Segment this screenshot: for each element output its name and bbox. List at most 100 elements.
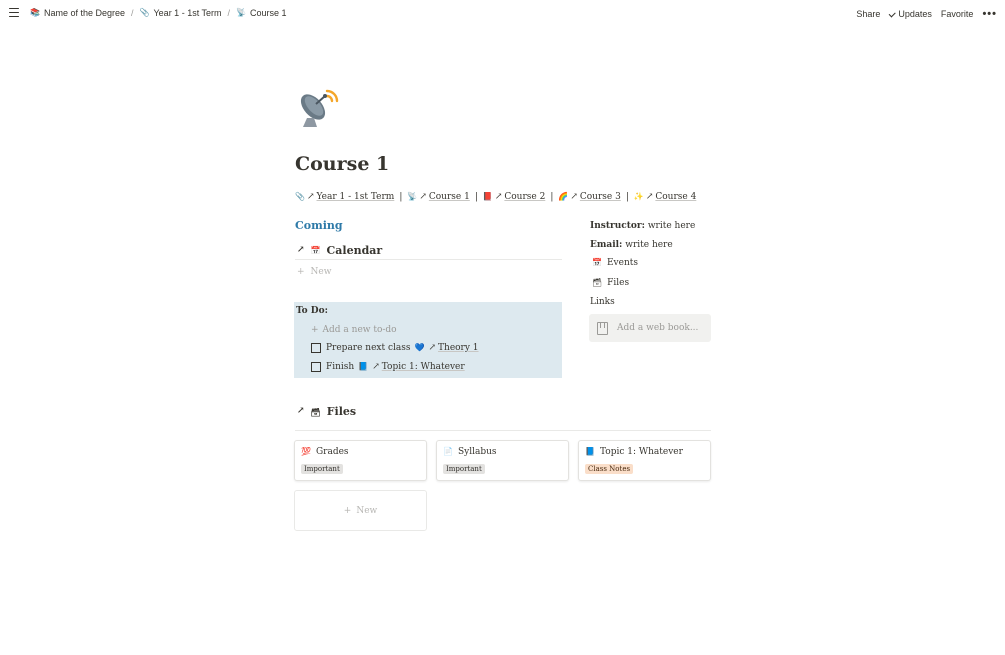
links-label: Links <box>590 297 615 307</box>
calendar-icon: 📅 <box>310 245 321 255</box>
new-calendar-entry-button[interactable]: + New <box>297 267 331 277</box>
share-button[interactable]: Share <box>856 9 880 19</box>
mention-course-1[interactable]: ↗ Course 1 <box>419 192 469 202</box>
mention-course-4[interactable]: ↗ Course 4 <box>646 192 696 202</box>
paperclip-icon: 📎 <box>295 192 305 201</box>
tag-class-notes: Class Notes <box>585 464 634 474</box>
tag-important: Important <box>301 464 343 474</box>
blue-book-icon: 📘 <box>358 362 369 371</box>
files-heading: Files <box>326 405 357 418</box>
bookmark-icon <box>597 321 608 335</box>
checkmark-icon <box>889 9 896 17</box>
satellite-dish-icon: 📡 <box>236 8 247 17</box>
mention-course-3[interactable]: ↗ Course 3 <box>570 192 620 202</box>
courses-links-line: 📎 ↗ Year 1 - 1st Term | 📡 ↗ Course 1 | 📕 ↗… <box>295 192 696 202</box>
document-emoji-icon: 📄 <box>443 447 453 456</box>
todo-text[interactable]: Prepare next class <box>326 343 411 353</box>
files-link[interactable]: 🗃 Files <box>592 278 629 288</box>
satellite-dish-icon: 📡 <box>407 192 418 201</box>
link-arrow-icon: ↗ <box>297 406 305 416</box>
gallery-card-syllabus[interactable]: 📄 Syllabus Important <box>436 440 569 481</box>
mention-topic-1[interactable]: ↗ Topic 1: Whatever <box>372 362 465 372</box>
email-value: write here <box>625 240 673 250</box>
link-arrow-icon: ↗ <box>419 191 427 202</box>
breadcrumb: 📚 Name of the Degree / 📎 Year 1 - 1st Te… <box>30 8 287 18</box>
gallery-card-grades[interactable]: 💯 Grades Important <box>294 440 427 481</box>
link-arrow-icon: ↗ <box>494 191 503 202</box>
new-label: New <box>310 267 332 277</box>
card-title-text: Syllabus <box>457 447 497 457</box>
breadcrumb-item-course[interactable]: 📡 Course 1 <box>236 8 287 18</box>
instructor-line[interactable]: Instructor: write here <box>590 221 695 231</box>
card-title-text: Topic 1: Whatever <box>599 447 683 457</box>
top-actions: Share Updates Favorite ••• <box>856 8 997 20</box>
todo-callout: To Do: + Add a new to-do Prepare next cl… <box>294 302 562 378</box>
files-link-label: Files <box>607 278 630 288</box>
email-label: Email: <box>590 240 623 250</box>
breadcrumb-separator: / <box>227 8 231 18</box>
link-arrow-icon: ↗ <box>570 191 578 202</box>
email-line[interactable]: Email: write here <box>590 240 673 250</box>
instructor-label: Instructor: <box>590 221 645 231</box>
hamburger-menu-icon[interactable] <box>9 8 19 17</box>
link-arrow-icon: ↗ <box>297 244 305 255</box>
todo-text[interactable]: Finish <box>326 362 354 372</box>
card-title: 💯 Grades <box>301 447 349 457</box>
new-gallery-card-button[interactable]: + New <box>294 490 427 531</box>
favorite-button[interactable]: Favorite <box>941 9 974 19</box>
divider: | <box>625 192 629 202</box>
todo-checkbox[interactable] <box>311 343 321 353</box>
rainbow-icon: 🌈 <box>558 192 569 201</box>
calendar-linked-database[interactable]: ↗ 📅 Calendar <box>297 240 562 260</box>
mention-term[interactable]: ↗ Year 1 - 1st Term <box>307 192 394 202</box>
red-book-icon: 📕 <box>482 192 493 201</box>
todo-item: Prepare next class 💙 ↗ Theory 1 <box>311 343 479 353</box>
link-arrow-icon: ↗ <box>306 191 315 202</box>
add-todo-label: Add a new to-do <box>322 325 397 335</box>
gallery-card-topic-1[interactable]: 📘 Topic 1: Whatever Class Notes <box>578 440 711 481</box>
card-box-icon: 🗃 <box>592 278 603 287</box>
updates-button[interactable]: Updates <box>889 9 932 19</box>
coming-column: Coming ↗ 📅 Calendar + New To Do: + Add a… <box>294 219 562 378</box>
events-link-label: Events <box>606 258 638 268</box>
breadcrumb-label: Year 1 - 1st Term <box>153 8 222 18</box>
bookmark-placeholder: Add a web book... <box>617 323 699 333</box>
link-arrow-icon: ↗ <box>372 361 380 372</box>
instructor-value: write here <box>647 221 696 231</box>
mention-course-2[interactable]: ↗ Course 2 <box>495 192 545 202</box>
card-title: 📄 Syllabus <box>443 447 497 457</box>
divider: | <box>474 192 478 202</box>
events-link[interactable]: 📅 Events <box>592 258 638 268</box>
books-emoji-icon: 📚 <box>30 8 40 17</box>
todo-label: To Do: <box>296 306 328 316</box>
updates-label: Updates <box>898 9 932 19</box>
calendar-icon: 📅 <box>592 258 602 267</box>
page-title[interactable]: Course 1 <box>295 153 389 175</box>
more-options-icon[interactable]: ••• <box>982 8 997 20</box>
plus-icon: + <box>297 267 305 277</box>
divider <box>295 259 562 260</box>
link-arrow-icon: ↗ <box>645 191 654 202</box>
divider: | <box>550 192 554 202</box>
files-linked-database[interactable]: ↗ 🗃 Files <box>297 405 356 418</box>
card-title-text: Grades <box>315 447 349 457</box>
top-bar: 📚 Name of the Degree / 📎 Year 1 - 1st Te… <box>0 0 1005 28</box>
mention-theory-1[interactable]: ↗ Theory 1 <box>428 343 478 353</box>
add-todo-button[interactable]: + Add a new to-do <box>311 325 397 335</box>
breadcrumb-label: Name of the Degree <box>43 8 126 18</box>
todo-checkbox[interactable] <box>311 362 321 372</box>
breadcrumb-separator: / <box>131 8 134 18</box>
card-title: 📘 Topic 1: Whatever <box>585 447 683 457</box>
divider: | <box>399 192 403 202</box>
sparkle-icon: ✨ <box>633 192 644 201</box>
breadcrumb-item-degree[interactable]: 📚 Name of the Degree <box>30 8 125 18</box>
satellite-dish-icon[interactable] <box>297 85 341 129</box>
plus-icon: + <box>343 505 352 516</box>
breadcrumb-item-term[interactable]: 📎 Year 1 - 1st Term <box>140 8 222 18</box>
add-web-bookmark-button[interactable]: Add a web book... <box>589 314 711 342</box>
tag-important: Important <box>443 464 485 474</box>
plus-icon: + <box>311 325 319 335</box>
grades-emoji-icon: 💯 <box>301 447 311 456</box>
calendar-title: Calendar <box>326 243 383 257</box>
breadcrumb-label: Course 1 <box>250 8 287 18</box>
